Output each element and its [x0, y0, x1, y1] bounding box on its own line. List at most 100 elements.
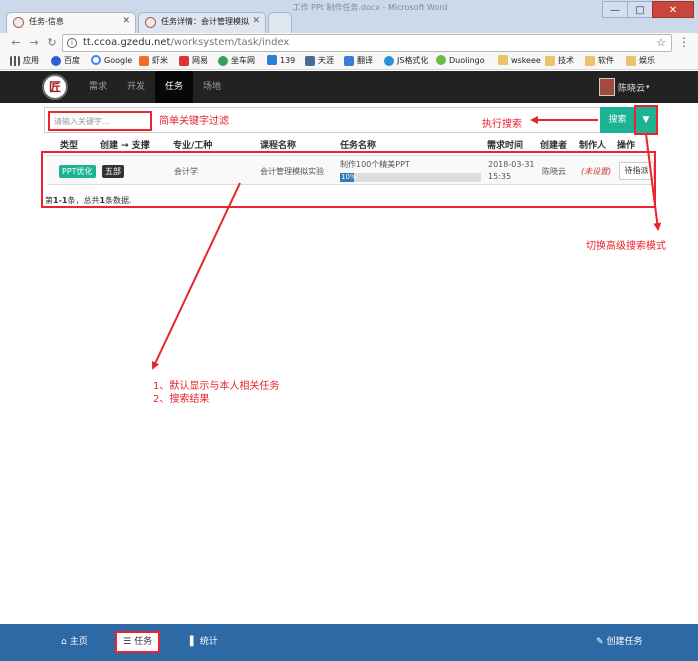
- duolingo-icon: [436, 55, 446, 65]
- bookmark-label: 技术: [558, 56, 574, 65]
- bookmark-item[interactable]: Google: [91, 55, 132, 65]
- nav-item-develop[interactable]: 开发: [118, 71, 154, 103]
- bookmark-label: 百度: [64, 56, 80, 65]
- type-badge: PPT优化: [59, 165, 96, 178]
- back-arrow-icon[interactable]: ←: [8, 35, 24, 51]
- advanced-search-toggle-button[interactable]: ▼: [634, 105, 658, 135]
- column-header[interactable]: 需求时间: [487, 138, 523, 151]
- bookmark-label: 139: [280, 55, 296, 65]
- column-header[interactable]: 专业/工种: [173, 138, 212, 151]
- bookmark-label: 坐车网: [231, 56, 255, 65]
- browser-titlebar: 工作 PPt 制作任务.docx - Microsoft Word — □ ✕ …: [0, 0, 698, 33]
- user-name: 陈晓云: [618, 83, 646, 94]
- app-logo[interactable]: 匠: [42, 74, 68, 100]
- folder-icon: [626, 55, 636, 66]
- table-header: 类型 创建 → 支撑 专业/工种 课程名称 任务名称 需求时间 创建者 制作人 …: [44, 138, 657, 152]
- column-header[interactable]: 创建者: [540, 138, 567, 151]
- maximize-button[interactable]: □: [627, 1, 653, 18]
- annotation-toggle-advanced: 切换高级搜索模式: [586, 241, 666, 252]
- bookmark-item[interactable]: 翻译: [344, 55, 373, 66]
- annotation-result-note-2: 2、搜索结果: [153, 394, 210, 405]
- home-icon: ⌂: [61, 637, 67, 647]
- bookmark-star-icon[interactable]: ☆: [656, 36, 666, 49]
- tianya-icon: [305, 55, 315, 66]
- bookmark-item[interactable]: 网易: [179, 55, 208, 66]
- search-results: PPT优化 五部 会计学 会计管理模拟实验 制作100个精美PPT 10% 20…: [41, 151, 656, 208]
- column-header[interactable]: 任务名称: [340, 138, 376, 151]
- bookmark-item[interactable]: 139: [267, 55, 295, 65]
- footer-tasks-button[interactable]: ☰ 任务: [115, 631, 161, 653]
- user-menu[interactable]: 陈晓云 ▾: [599, 78, 650, 96]
- progress-label: 10%: [341, 173, 357, 181]
- browser-tab-active[interactable]: 任务-信息 ✕: [6, 12, 136, 33]
- column-header[interactable]: 创建 → 支撑: [100, 138, 150, 151]
- browser-menu-icon[interactable]: ⋮: [678, 35, 690, 49]
- address-row: ← → ↻ i tt.ccoa.gzedu.net/worksystem/tas…: [0, 33, 698, 53]
- column-header[interactable]: 类型: [60, 138, 78, 151]
- bookmark-item[interactable]: 应用: [10, 55, 39, 66]
- column-header[interactable]: 操作: [617, 138, 635, 151]
- task-progress-bar: 10%: [340, 173, 481, 182]
- course-cell: 会计管理模拟实验: [260, 167, 324, 176]
- folder-icon: [585, 55, 595, 66]
- annotation-simple-filter: 简单关键字过滤: [159, 116, 229, 127]
- new-tab-button[interactable]: [268, 12, 292, 33]
- search-button[interactable]: 搜索: [600, 107, 635, 133]
- major-cell: 会计学: [174, 167, 198, 176]
- footer-create-task-button[interactable]: ✎ 创建任务: [596, 631, 643, 653]
- bookmark-item[interactable]: 软件: [585, 55, 614, 66]
- bookmark-item[interactable]: 虾米: [139, 55, 168, 66]
- footer-home-button[interactable]: ⌂ 主页: [61, 631, 88, 653]
- bookmark-item[interactable]: JS格式化: [384, 55, 428, 66]
- bookmark-item[interactable]: Duolingo: [436, 55, 485, 65]
- nav-item-venue[interactable]: 场地: [195, 71, 229, 103]
- info-icon[interactable]: i: [67, 38, 77, 48]
- minimize-button[interactable]: —: [602, 1, 628, 18]
- apps-icon: [10, 55, 20, 66]
- assign-button[interactable]: 待指派: [619, 162, 654, 180]
- close-window-button[interactable]: ✕: [652, 1, 694, 18]
- column-header[interactable]: 制作人: [579, 138, 606, 151]
- task-name-cell[interactable]: 制作100个精美PPT: [340, 159, 410, 170]
- folder-icon: [545, 55, 555, 66]
- netease-icon: [179, 55, 189, 66]
- bookmark-item[interactable]: 娱乐: [626, 55, 655, 66]
- close-tab-icon[interactable]: ✕: [122, 16, 130, 26]
- app-navbar: 匠 需求 开发 任务 场地 陈晓云 ▾: [0, 71, 698, 103]
- reload-icon[interactable]: ↻: [44, 35, 60, 51]
- zuoche-icon: [218, 55, 228, 66]
- chevron-down-icon: ▼: [642, 115, 650, 125]
- bookmark-label: 应用: [23, 56, 39, 65]
- annotation-execute-search: 执行搜索: [482, 119, 522, 130]
- google-icon: [91, 55, 101, 65]
- browser-tab[interactable]: 任务详情：会计管理模拟 ✕: [138, 12, 266, 33]
- bookmark-item[interactable]: 天涯: [305, 55, 334, 66]
- bookmark-item[interactable]: wskeee: [498, 55, 541, 65]
- bookmark-item[interactable]: 技术: [545, 55, 574, 66]
- search-input[interactable]: [48, 111, 152, 131]
- footer-stats-button[interactable]: ▌ 统计: [190, 631, 218, 653]
- address-bar[interactable]: i tt.ccoa.gzedu.net/worksystem/task/inde…: [62, 34, 672, 52]
- bookmarks-bar: 应用 百度 Google 虾米 网易 坐车网 139 天涯 翻译 JS格式化 D…: [0, 53, 698, 70]
- nav-item-tasks[interactable]: 任务: [155, 71, 193, 103]
- forward-arrow-icon[interactable]: →: [26, 35, 42, 51]
- window-controls: — □ ✕: [602, 1, 694, 18]
- jsformat-icon: [384, 55, 394, 66]
- column-header[interactable]: 课程名称: [260, 138, 296, 151]
- nav-item-demand[interactable]: 需求: [80, 71, 116, 103]
- footer-label: 创建任务: [606, 637, 643, 647]
- arrow-to-results-note: [151, 182, 241, 370]
- baidu-icon: [51, 55, 61, 66]
- bookmark-item[interactable]: 百度: [51, 55, 80, 66]
- footer-label: 统计: [199, 637, 218, 647]
- footer-label: 主页: [69, 637, 88, 647]
- caret-down-icon: ▾: [646, 83, 650, 91]
- close-tab-icon[interactable]: ✕: [252, 16, 260, 26]
- department-badge: 五部: [102, 165, 124, 178]
- summary-range: 1-1: [53, 196, 68, 205]
- bookmark-label: 天涯: [318, 56, 334, 65]
- bookmark-label: JS格式化: [397, 56, 429, 65]
- bookmark-item[interactable]: 坐车网: [218, 55, 255, 66]
- folder-icon: [498, 55, 508, 65]
- table-row[interactable]: PPT优化 五部 会计学 会计管理模拟实验 制作100个精美PPT 10% 20…: [47, 155, 654, 185]
